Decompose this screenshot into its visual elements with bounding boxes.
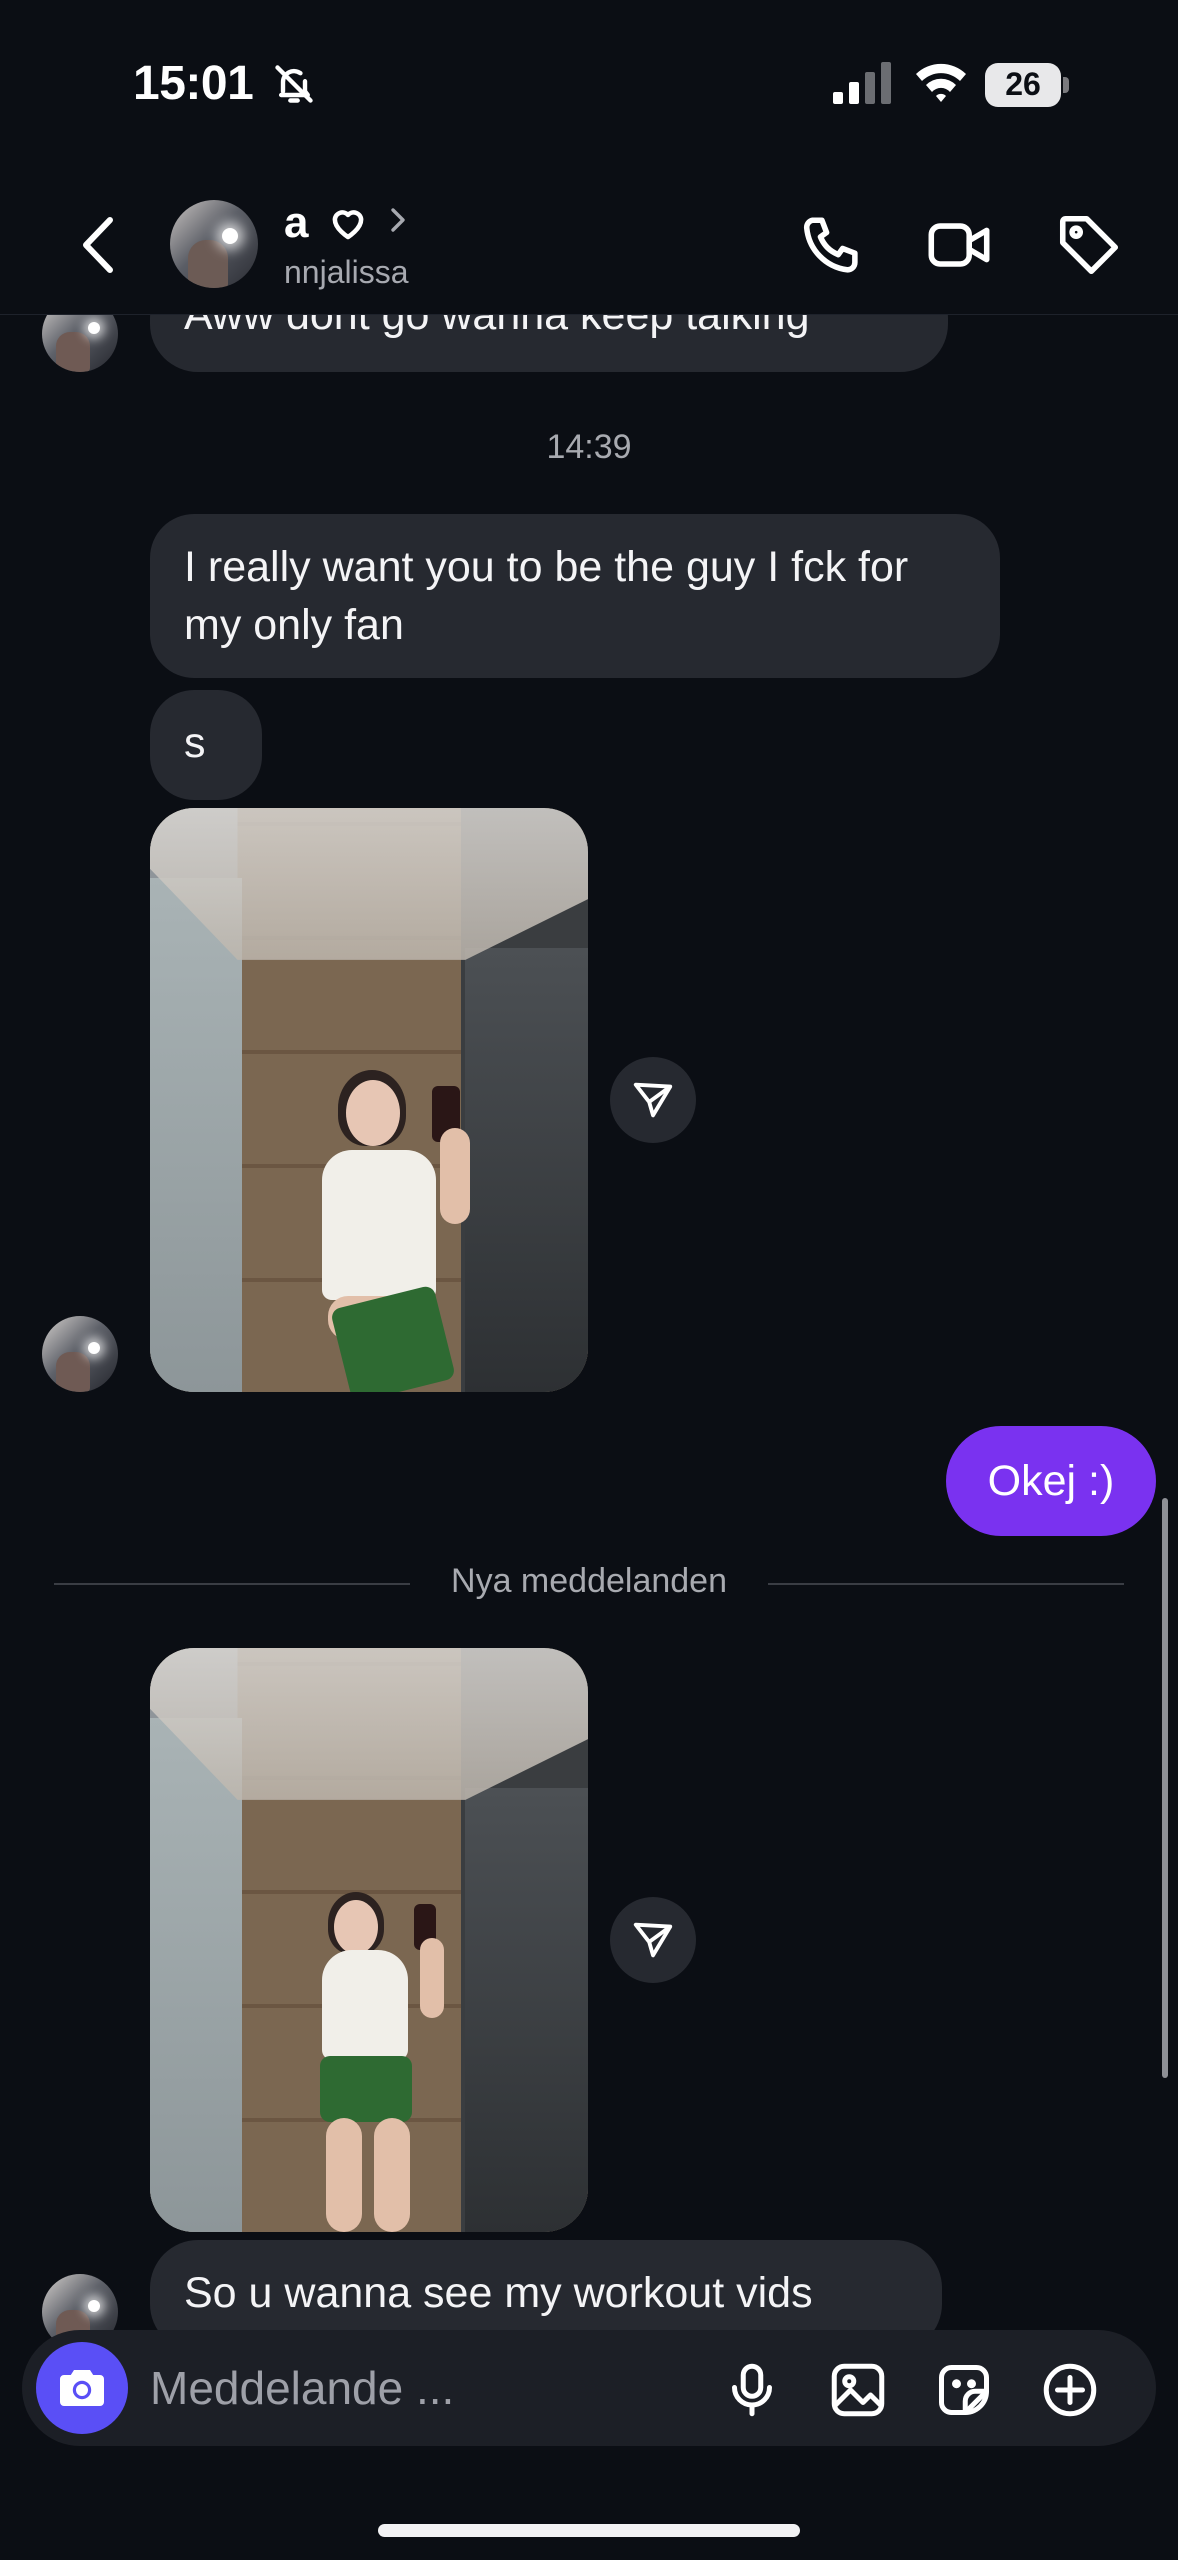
photo-message[interactable] — [150, 808, 588, 1392]
video-icon[interactable] — [924, 210, 994, 280]
share-button[interactable] — [610, 1057, 696, 1143]
wifi-icon — [916, 63, 966, 102]
microphone-icon[interactable] — [722, 2360, 782, 2420]
scrollbar[interactable] — [1162, 1498, 1168, 2078]
message-bubble-incoming[interactable]: I really want you to be the guy I fck fo… — [150, 514, 1000, 678]
timestamp-label: 14:39 — [546, 428, 632, 466]
tag-icon[interactable] — [1054, 210, 1124, 280]
message-input[interactable] — [150, 2350, 710, 2426]
chat-header: a nnjalissa — [0, 180, 1178, 315]
send-icon — [633, 1922, 673, 1958]
heart-icon — [332, 210, 364, 240]
camera-icon — [60, 2370, 104, 2406]
camera-button[interactable] — [36, 2342, 128, 2434]
phone-icon[interactable] — [798, 210, 868, 280]
share-button[interactable] — [610, 1897, 696, 1983]
send-icon — [633, 1082, 673, 1118]
divider-line-right — [768, 1583, 1124, 1585]
signal-icon — [833, 62, 891, 104]
sticker-icon[interactable] — [934, 2360, 994, 2420]
chevron-right-icon[interactable] — [386, 204, 410, 236]
message-composer — [22, 2330, 1156, 2446]
new-messages-divider: Nya meddelanden — [451, 1562, 727, 1600]
battery-level: 26 — [1005, 66, 1041, 102]
message-bubble-outgoing[interactable]: Okej :) — [946, 1426, 1156, 1536]
message-bubble-incoming[interactable]: s — [150, 690, 262, 800]
home-indicator[interactable] — [378, 2524, 800, 2537]
battery-icon: 26 — [985, 63, 1069, 107]
contact-username: nnjalissa — [284, 254, 409, 290]
back-icon[interactable] — [68, 210, 128, 280]
gallery-icon[interactable] — [828, 2360, 888, 2420]
plus-circle-icon[interactable] — [1040, 2360, 1100, 2420]
chat-screen: 15:01 26 a nnjalissa Aww dont go wanna k… — [0, 0, 1178, 2560]
contact-avatar[interactable] — [170, 200, 258, 288]
sender-avatar[interactable] — [42, 1316, 118, 1392]
status-time: 15:01 — [133, 57, 254, 110]
bell-off-icon — [275, 65, 313, 103]
photo-message[interactable] — [150, 1648, 588, 2232]
contact-name[interactable]: a — [284, 198, 308, 248]
